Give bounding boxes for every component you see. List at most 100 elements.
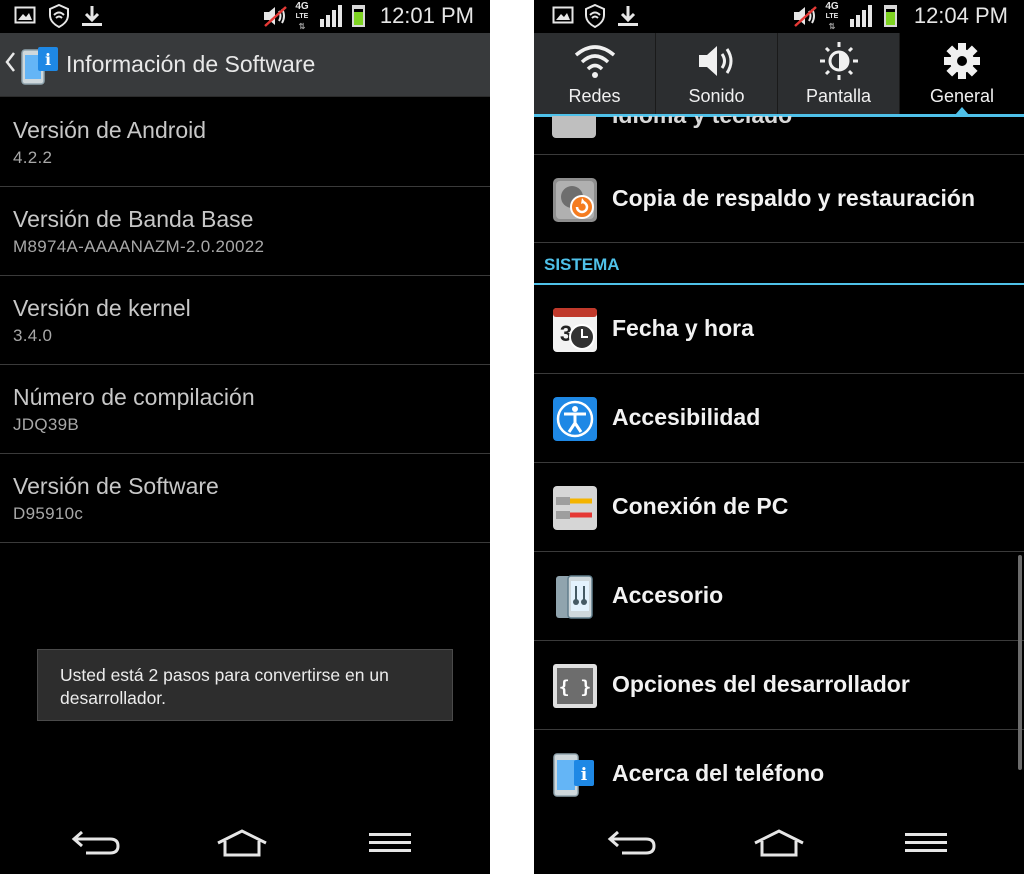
battery-icon <box>884 5 897 27</box>
info-item-value: D95910c <box>13 504 84 523</box>
section-header-sistema: SISTEMA <box>534 243 1024 285</box>
network-sub-label: LTE <box>825 13 839 20</box>
scrollbar[interactable] <box>1018 555 1022 770</box>
settings-item-label: Idioma y teclado <box>612 116 792 129</box>
svg-text:i: i <box>45 50 51 69</box>
info-item-value: 4.2.2 <box>13 148 53 167</box>
shield-icon <box>48 3 70 33</box>
settings-item-label: Copia de respaldo y restauración <box>612 185 976 211</box>
network-sub-label: LTE <box>295 13 309 20</box>
tab-label: Pantalla <box>805 86 872 106</box>
info-list: Versión de Android 4.2.2 Versión de Band… <box>0 98 490 543</box>
info-item-title: Versión de Banda Base <box>13 206 254 232</box>
settings-item-label: Acerca del teléfono <box>612 760 825 786</box>
settings-item-developer-options[interactable]: { } Opciones del desarrollador <box>534 641 1024 730</box>
menu-icon[interactable] <box>904 828 948 863</box>
tab-label: Redes <box>568 86 621 106</box>
back-icon[interactable] <box>70 828 122 863</box>
settings-item-accessory[interactable]: Accesorio <box>534 552 1024 641</box>
settings-item-pc-connection[interactable]: Conexión de PC <box>534 463 1024 552</box>
info-item-build-number[interactable]: Número de compilación JDQ39B <box>0 365 490 454</box>
back-icon[interactable] <box>606 828 658 863</box>
home-icon[interactable] <box>215 828 269 863</box>
status-time: 12:04 PM <box>913 3 1008 28</box>
navigation-bar <box>534 814 1024 874</box>
signal-icon <box>320 5 344 27</box>
toast-line-1: Usted está 2 pasos para convertirse en u… <box>60 665 389 685</box>
info-item-value: JDQ39B <box>13 415 80 434</box>
settings-item-label: Accesibilidad <box>612 404 761 430</box>
navigation-bar <box>0 814 490 874</box>
settings-item-label: Accesorio <box>612 582 724 608</box>
wifi-icon <box>573 41 617 86</box>
settings-item-date-time[interactable]: 3 Fecha y hora <box>534 285 1024 374</box>
app-header: i Información de Software <box>0 33 490 97</box>
calendar-clock-icon: 3 <box>552 307 597 353</box>
speaker-icon <box>695 41 739 86</box>
svg-text:i: i <box>581 765 588 785</box>
info-item-android-version[interactable]: Versión de Android 4.2.2 <box>0 98 490 187</box>
menu-icon[interactable] <box>368 828 412 863</box>
developer-toast: Usted está 2 pasos para convertirse en u… <box>37 649 453 721</box>
settings-item-backup-restore[interactable]: Copia de respaldo y restauración <box>534 155 1024 243</box>
tab-pantalla[interactable]: Pantalla <box>778 33 900 116</box>
settings-general-screen: 4G LTE ⇅ 12:04 PM Redes Sonido Pantalla … <box>534 0 1024 874</box>
brightness-icon <box>817 41 861 86</box>
tab-general[interactable]: General <box>900 33 1024 116</box>
status-time: 12:01 PM <box>379 3 474 28</box>
home-icon[interactable] <box>752 828 806 863</box>
info-item-software-version[interactable]: Versión de Software D95910c <box>0 454 490 543</box>
settings-item-about-phone[interactable]: i Acerca del teléfono <box>534 730 1024 819</box>
developer-icon-glyph: { } <box>559 677 592 698</box>
network-label: 4G <box>295 1 309 12</box>
mute-icon <box>792 4 818 33</box>
keyboard-icon <box>552 116 596 138</box>
battery-icon <box>352 5 365 27</box>
tab-label: Sonido <box>688 86 745 106</box>
phone-info-icon: i <box>20 46 62 91</box>
info-item-baseband-version[interactable]: Versión de Banda Base M8974A-AAAANAZM-2.… <box>0 187 490 276</box>
info-item-value: 3.4.0 <box>13 326 53 345</box>
tab-label: General <box>929 86 995 106</box>
gear-icon <box>940 41 984 86</box>
settings-item-label: Opciones del desarrollador <box>612 671 910 697</box>
info-item-title: Número de compilación <box>13 384 255 410</box>
data-arrows-icon: ⇅ <box>828 22 836 31</box>
settings-item-accessibility[interactable]: Accesibilidad <box>534 374 1024 463</box>
settings-item-label: Conexión de PC <box>612 493 789 519</box>
settings-list: Idioma y teclado Copia de respaldo y res… <box>534 116 1024 819</box>
status-bar: 4G LTE ⇅ 12:01 PM <box>0 0 490 33</box>
accessibility-icon <box>552 396 597 442</box>
info-item-value: M8974A-AAAANAZM-2.0.20022 <box>13 237 265 256</box>
toast-line-2: desarrollador. <box>60 688 167 708</box>
info-item-kernel-version[interactable]: Versión de kernel 3.4.0 <box>0 276 490 365</box>
phone-info-icon: i <box>552 752 596 798</box>
info-item-title: Versión de kernel <box>13 295 191 321</box>
software-info-screen: 4G LTE ⇅ 12:01 PM i Información de Softw… <box>0 0 490 874</box>
download-icon <box>80 4 104 33</box>
network-label: 4G <box>825 1 839 12</box>
accessory-icon <box>552 574 596 620</box>
settings-tab-bar: Redes Sonido Pantalla General <box>534 33 1024 117</box>
pc-connection-icon <box>552 485 597 531</box>
image-icon <box>14 4 36 31</box>
download-icon <box>616 4 640 33</box>
network-indicator: 4G LTE ⇅ <box>292 2 312 32</box>
status-bar: 4G LTE ⇅ 12:04 PM <box>534 0 1024 33</box>
tab-redes[interactable]: Redes <box>534 33 656 116</box>
developer-options-icon: { } <box>552 663 597 709</box>
settings-item-language-keyboard[interactable]: Idioma y teclado <box>534 116 1024 155</box>
page-title: Información de Software <box>66 51 316 77</box>
shield-icon <box>584 3 606 33</box>
section-title: SISTEMA <box>544 255 620 274</box>
info-item-title: Versión de Android <box>13 117 207 143</box>
signal-icon <box>850 5 874 27</box>
tab-sonido[interactable]: Sonido <box>656 33 778 116</box>
back-chevron-icon[interactable] <box>4 51 16 78</box>
info-item-title: Versión de Software <box>13 473 219 499</box>
backup-icon <box>552 177 597 223</box>
data-arrows-icon: ⇅ <box>298 22 306 31</box>
image-icon <box>552 4 574 31</box>
mute-icon <box>262 4 288 33</box>
settings-item-label: Fecha y hora <box>612 315 754 341</box>
